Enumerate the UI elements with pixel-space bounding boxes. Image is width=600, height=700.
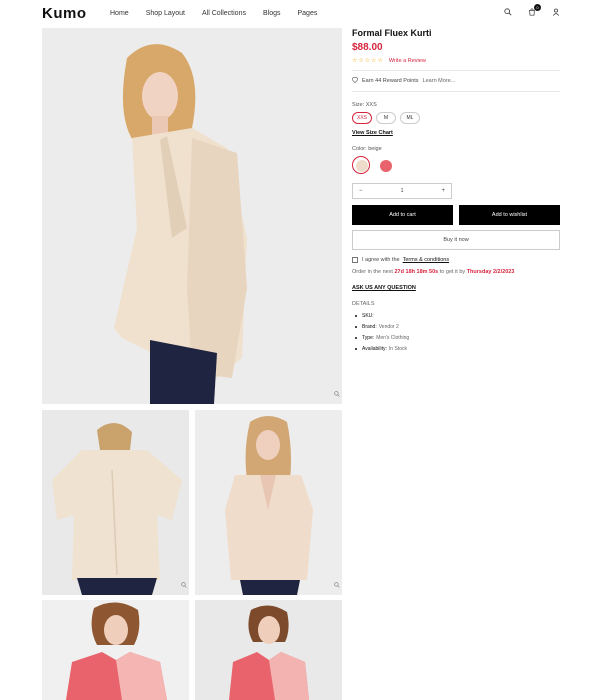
size-options: XXS M ML: [352, 112, 560, 124]
detail-type: Type: Men's Clothing: [352, 335, 560, 341]
terms-text: I agree with the: [362, 257, 400, 263]
color-label: Color: beige: [352, 146, 382, 152]
rating-row: ☆☆☆☆☆ Write a Review: [352, 57, 560, 65]
nav-home[interactable]: Home: [110, 10, 129, 17]
header-icons: 0: [504, 4, 560, 16]
main-product-image[interactable]: [42, 28, 342, 404]
size-label: Size: XXS: [352, 102, 377, 108]
nav-all-collections[interactable]: All Collections: [202, 10, 246, 17]
order-date: Thursday 2/2/2023: [466, 269, 515, 275]
gallery-image-front[interactable]: [195, 410, 342, 595]
rating-stars: ☆☆☆☆☆: [352, 58, 384, 64]
nav-pages[interactable]: Pages: [297, 10, 317, 17]
size-option-ml[interactable]: ML: [400, 112, 420, 124]
quantity-input[interactable]: 1: [400, 188, 403, 194]
reward-text: Earn 44 Reward Points: [362, 78, 419, 84]
learn-more-link[interactable]: Learn More...: [423, 78, 456, 84]
order-prefix: Order in the next: [352, 269, 393, 275]
buy-now-button[interactable]: Buy it now: [352, 230, 560, 250]
zoom-icon[interactable]: [181, 575, 187, 593]
gallery-image-back[interactable]: [42, 410, 189, 595]
user-icon[interactable]: [552, 8, 560, 16]
logo[interactable]: Kumo: [42, 5, 87, 22]
terms-row: I agree with the Terms & conditions: [352, 257, 560, 263]
zoom-icon[interactable]: [334, 575, 340, 593]
add-to-wishlist-button[interactable]: Add to wishlist: [459, 205, 560, 225]
diamond-icon: [351, 77, 359, 85]
product-title: Formal Fluex Kurti: [352, 28, 432, 38]
order-countdown: Order in the next 27d 18h 18m 50s to get…: [352, 269, 560, 275]
site-header: Kumo Home Shop Layout All Collections Bl…: [0, 0, 600, 28]
main-nav: Home Shop Layout All Collections Blogs P…: [110, 10, 334, 17]
details-list: SKU: Brand: Vendor 2 Type: Men's Clothing …: [352, 313, 560, 352]
order-mid: to get it by: [439, 269, 466, 275]
product-info: Formal Fluex Kurti $88.00 ☆☆☆☆☆ Write a …: [351, 28, 560, 357]
product-price: $88.00: [352, 42, 383, 53]
quantity-stepper: − 1 +: [352, 183, 452, 199]
search-icon[interactable]: [504, 8, 512, 16]
detail-sku: SKU:: [352, 313, 560, 319]
color-swatches: [352, 156, 560, 174]
quantity-increase-button[interactable]: +: [441, 188, 445, 194]
divider: [352, 91, 560, 92]
action-buttons: Add to cart Add to wishlist: [352, 205, 560, 225]
cart-count-badge: 0: [534, 4, 541, 11]
reward-points: Earn 44 Reward Points Learn More...: [351, 77, 560, 85]
zoom-icon[interactable]: [334, 384, 340, 402]
gallery-image-pink-2[interactable]: [195, 600, 342, 700]
terms-checkbox[interactable]: [352, 257, 358, 263]
nav-blogs[interactable]: Blogs: [263, 10, 281, 17]
color-swatch-pink[interactable]: [376, 156, 394, 174]
cart-icon[interactable]: 0: [528, 4, 541, 16]
nav-shop-layout[interactable]: Shop Layout: [146, 10, 185, 17]
order-time: 27d 18h 18m 50s: [394, 269, 439, 275]
write-review-link[interactable]: Write a Review: [389, 58, 426, 64]
divider: [352, 70, 560, 71]
details-heading: DETAILS: [352, 301, 375, 307]
gallery-image-pink-1[interactable]: [42, 600, 189, 700]
ask-question-link[interactable]: ASK US ANY QUESTION: [352, 285, 560, 291]
quantity-decrease-button[interactable]: −: [359, 188, 363, 194]
view-size-chart-link[interactable]: View Size Chart: [352, 130, 560, 136]
size-option-m[interactable]: M: [376, 112, 396, 124]
terms-link[interactable]: Terms & conditions: [403, 257, 449, 263]
detail-brand: Brand: Vendor 2: [352, 324, 560, 330]
size-option-xxs[interactable]: XXS: [352, 112, 372, 124]
detail-availability: Availability: In Stock: [352, 346, 560, 352]
add-to-cart-button[interactable]: Add to cart: [352, 205, 453, 225]
color-swatch-beige[interactable]: [352, 156, 370, 174]
